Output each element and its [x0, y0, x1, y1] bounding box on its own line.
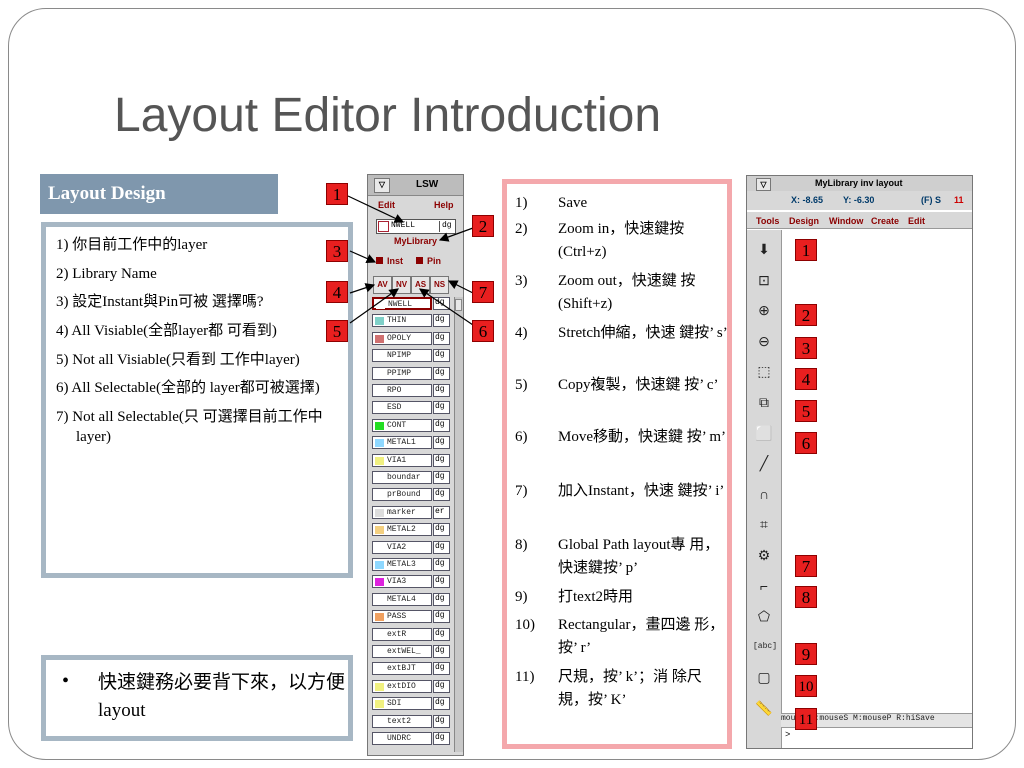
tool-callout-badge: 9	[795, 643, 817, 665]
tool-callout-badge: 3	[795, 337, 817, 359]
callout-badge: 3	[326, 240, 348, 262]
arrow-5	[349, 288, 399, 324]
arrow-6	[419, 288, 474, 326]
tool-callout-badge: 8	[795, 586, 817, 608]
tool-callout-badge: 1	[795, 239, 817, 261]
callout-badge: 1	[326, 183, 348, 205]
arrow-3	[349, 250, 377, 264]
arrow-1	[347, 195, 405, 223]
tool-callout-badge: 6	[795, 432, 817, 454]
callout-badge: 7	[472, 281, 494, 303]
arrow-2	[438, 227, 474, 242]
callout-badge: 4	[326, 281, 348, 303]
callout-arrows	[347, 195, 474, 326]
callout-badge: 5	[326, 320, 348, 342]
tool-callout-badge: 7	[795, 555, 817, 577]
arrow-7	[447, 280, 474, 294]
tool-callout-badge: 11	[795, 708, 817, 730]
tool-callout-badge: 2	[795, 304, 817, 326]
tool-callout-badge: 5	[795, 400, 817, 422]
arrow-4	[349, 283, 376, 294]
callout-badge: 6	[472, 320, 494, 342]
tool-callout-badge: 4	[795, 368, 817, 390]
tool-callout-badge: 10	[795, 675, 817, 697]
callout-badge: 2	[472, 215, 494, 237]
